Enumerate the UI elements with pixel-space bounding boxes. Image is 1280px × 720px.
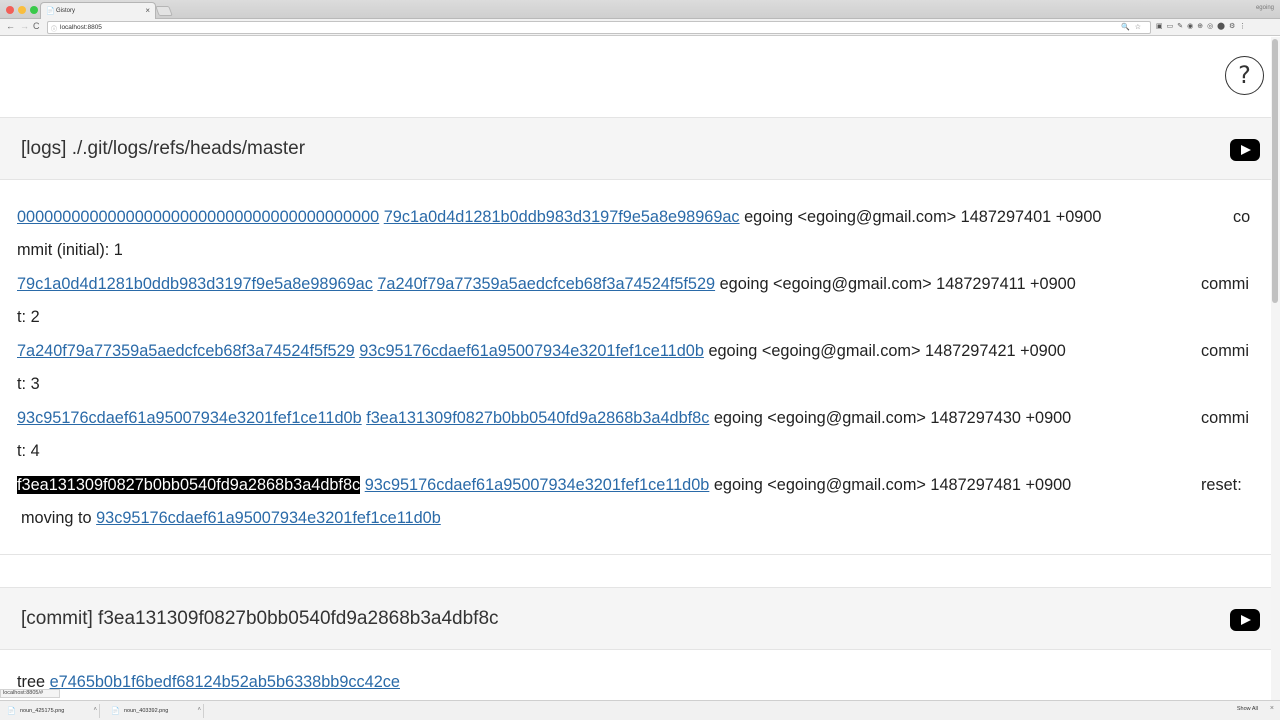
zoom-bookmark-icons[interactable]: 🔍☆ xyxy=(1121,23,1146,31)
log-message-cont: mmit (initial): 1 xyxy=(17,241,123,259)
log-message: commi xyxy=(1201,342,1249,360)
profile-name[interactable]: egoing xyxy=(1256,5,1274,11)
page-viewport: ? [logs] ./.git/logs/refs/heads/master 0… xyxy=(0,37,1271,700)
downloads-bar: 📄 noun_425175.png ˄ 📄 noun_403392.png ˄ … xyxy=(0,700,1280,720)
log-author-info: egoing <egoing@gmail.com> 1487297481 +09… xyxy=(713,476,1072,494)
download-filename: noun_425175.png xyxy=(20,708,65,714)
browser-tab-bar: 📄 Gistory × egoing xyxy=(0,0,1280,19)
close-icon[interactable]: × xyxy=(1270,705,1274,712)
forward-arrow-icon[interactable]: → xyxy=(20,21,29,31)
download-item[interactable]: 📄 noun_425175.png ˄ xyxy=(0,704,100,718)
log-message-cont: moving to 93c95176cdaef61a95007934e3201f… xyxy=(21,505,441,531)
info-icon[interactable]: ⓘ xyxy=(51,24,57,33)
log-entry: 93c95176cdaef61a95007934e3201fef1ce11d0b… xyxy=(17,405,1071,431)
new-tab-button[interactable] xyxy=(155,6,173,16)
download-filename: noun_403392.png xyxy=(124,708,169,714)
log-message-cont: t: 4 xyxy=(17,442,40,460)
show-all-downloads-button[interactable]: Show All xyxy=(1237,706,1258,712)
back-arrow-icon[interactable]: ← xyxy=(6,21,15,31)
commit-panel-header: [commit] f3ea131309f0827b0bb0540fd9a2868… xyxy=(0,587,1271,650)
new-hash-link[interactable]: 79c1a0d4d1281b0ddb983d3197f9e5a8e98969ac xyxy=(384,208,740,226)
help-button[interactable]: ? xyxy=(1225,56,1264,95)
page-scrollbar[interactable] xyxy=(1271,37,1280,700)
new-hash-link[interactable]: 93c95176cdaef61a95007934e3201fef1ce11d0b xyxy=(365,476,710,494)
old-hash-link[interactable]: 79c1a0d4d1281b0ddb983d3197f9e5a8e98969ac xyxy=(17,275,373,293)
log-author-info: egoing <egoing@gmail.com> 1487297421 +09… xyxy=(708,342,1066,360)
extension-icons[interactable]: ▣▭✎◉⊕◎⬤⚙⋮ xyxy=(1156,22,1250,30)
chevron-up-icon[interactable]: ˄ xyxy=(93,707,97,713)
log-entry: 0000000000000000000000000000000000000000… xyxy=(17,204,1101,230)
new-hash-link[interactable]: f3ea131309f0827b0bb0540fd9a2868b3a4dbf8c xyxy=(366,409,709,427)
log-author-info: egoing <egoing@gmail.com> 1487297411 +09… xyxy=(719,275,1076,293)
log-message: commi xyxy=(1201,275,1249,293)
log-message-cont: t: 2 xyxy=(17,308,40,326)
maximize-window-icon[interactable] xyxy=(30,6,38,14)
logs-panel-header: [logs] ./.git/logs/refs/heads/master xyxy=(0,117,1271,180)
log-message: reset: xyxy=(1201,476,1242,494)
address-url[interactable]: localhost:8805 xyxy=(60,24,102,31)
commit-panel-title: [commit] f3ea131309f0827b0bb0540fd9a2868… xyxy=(21,608,499,629)
old-hash-link[interactable]: 7a240f79a77359a5aedcfceb68f3a74524f5f529 xyxy=(17,342,355,360)
address-bar[interactable]: ⓘ localhost:8805 🔍☆ xyxy=(47,21,1151,34)
logs-panel-title: [logs] ./.git/logs/refs/heads/master xyxy=(21,138,306,159)
old-hash-link[interactable]: 0000000000000000000000000000000000000000 xyxy=(17,208,379,226)
logs-panel-body xyxy=(0,181,1271,555)
scrollbar-thumb[interactable] xyxy=(1272,39,1278,303)
new-hash-link[interactable]: 7a240f79a77359a5aedcfceb68f3a74524f5f529 xyxy=(377,275,715,293)
youtube-play-icon[interactable] xyxy=(1230,139,1260,161)
status-bar: localhost:8805/# xyxy=(0,689,60,698)
old-hash-link[interactable]: 93c95176cdaef61a95007934e3201fef1ce11d0b xyxy=(17,409,362,427)
browser-toolbar: ← → C ⓘ localhost:8805 🔍☆ ▣▭✎◉⊕◎⬤⚙⋮ xyxy=(0,19,1280,36)
close-window-icon[interactable] xyxy=(6,6,14,14)
page-icon: 📄 xyxy=(46,8,55,15)
reload-icon[interactable]: C xyxy=(33,21,40,31)
log-message: commi xyxy=(1201,409,1249,427)
tab-title: Gistory xyxy=(56,8,76,14)
minimize-window-icon[interactable] xyxy=(18,6,26,14)
new-hash-link[interactable]: 93c95176cdaef61a95007934e3201fef1ce11d0b xyxy=(359,342,704,360)
reset-target-hash-link[interactable]: 93c95176cdaef61a95007934e3201fef1ce11d0b xyxy=(96,509,441,527)
download-item[interactable]: 📄 noun_403392.png ˄ xyxy=(104,704,204,718)
youtube-play-icon[interactable] xyxy=(1230,609,1260,631)
log-entry: f3ea131309f0827b0bb0540fd9a2868b3a4dbf8c… xyxy=(17,472,1071,498)
log-message-cont: t: 3 xyxy=(17,375,40,393)
log-author-info: egoing <egoing@gmail.com> 1487297401 +09… xyxy=(744,208,1102,226)
file-icon: 📄 xyxy=(7,708,16,715)
log-author-info: egoing <egoing@gmail.com> 1487297430 +09… xyxy=(713,409,1072,427)
tree-hash-link[interactable]: e7465b0b1f6bedf68124b52ab5b6338bb9cc42ce xyxy=(50,673,400,691)
log-message-text: moving to xyxy=(21,509,92,527)
close-icon[interactable]: × xyxy=(145,6,150,15)
file-icon: 📄 xyxy=(111,708,120,715)
commit-tree-line: tree e7465b0b1f6bedf68124b52ab5b6338bb9c… xyxy=(17,673,400,692)
log-entry: 79c1a0d4d1281b0ddb983d3197f9e5a8e98969ac… xyxy=(17,271,1076,297)
log-entry: 7a240f79a77359a5aedcfceb68f3a74524f5f529… xyxy=(17,338,1066,364)
old-hash-link-selected[interactable]: f3ea131309f0827b0bb0540fd9a2868b3a4dbf8c xyxy=(17,476,361,494)
chevron-up-icon[interactable]: ˄ xyxy=(197,707,201,713)
log-message: co xyxy=(1233,208,1251,226)
browser-tab[interactable]: 📄 Gistory × xyxy=(40,2,156,19)
